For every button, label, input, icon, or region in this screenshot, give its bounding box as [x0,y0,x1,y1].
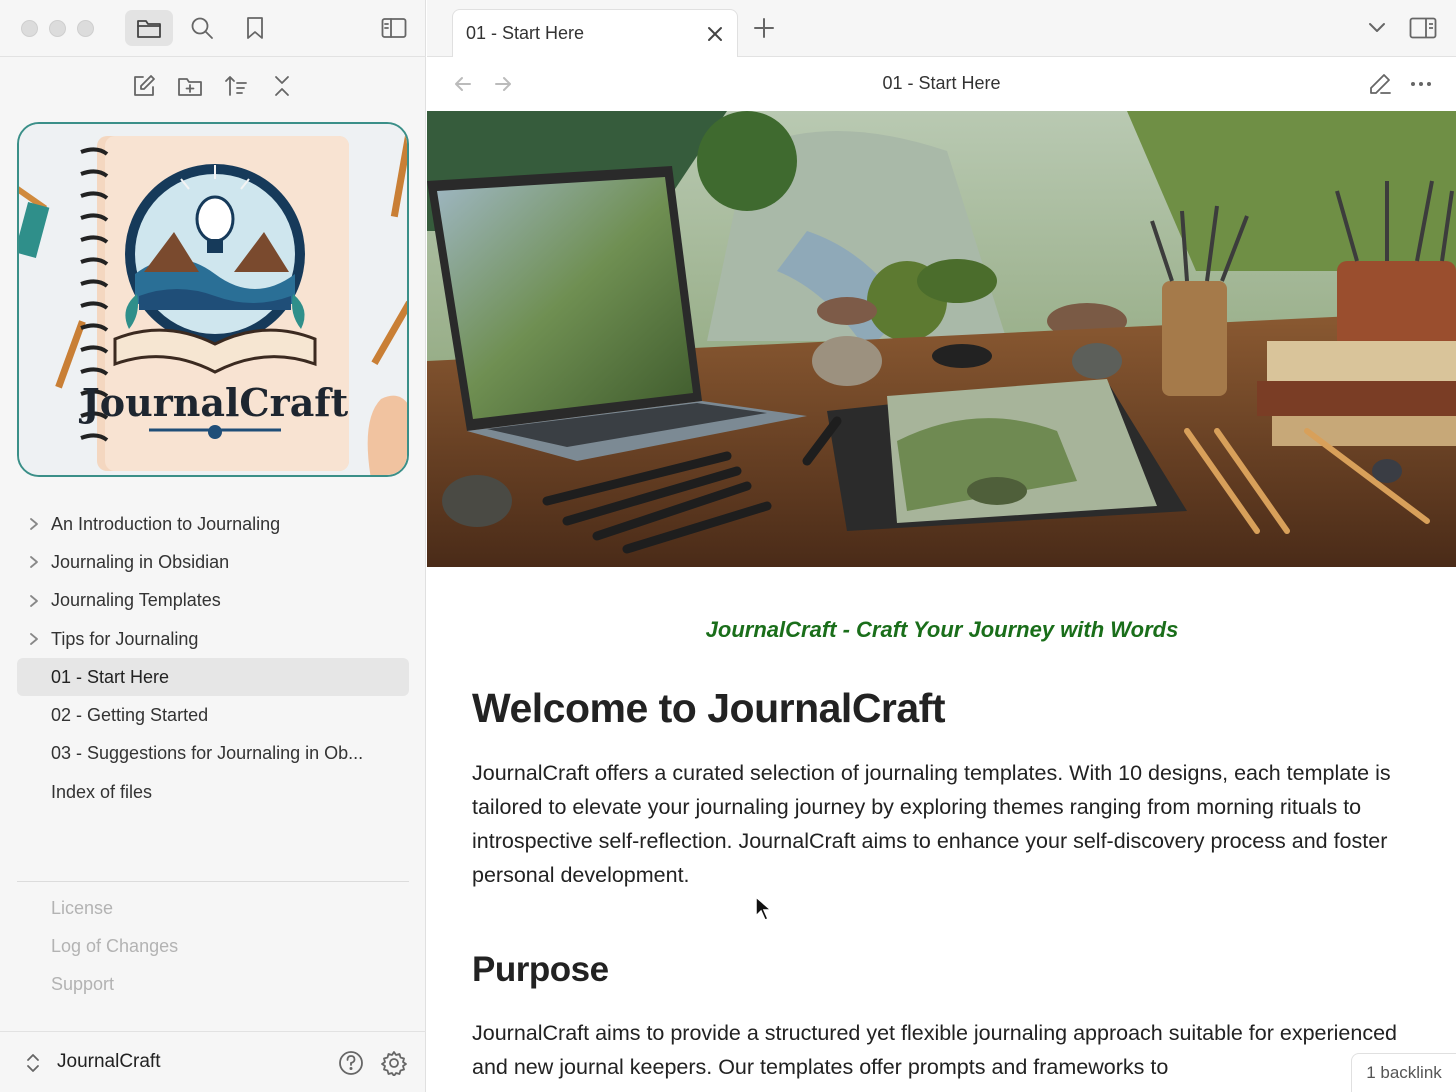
vault-name[interactable]: JournalCraft [57,1051,161,1073]
new-tab-icon[interactable] [752,16,776,40]
tab-bar: 01 - Start Here [427,0,1456,58]
tree-item-label: 01 - Start Here [51,666,170,687]
tree-folder[interactable]: Tips for Journaling [17,620,409,658]
chevron-down-icon[interactable] [1367,18,1387,38]
view-title[interactable]: 01 - Start Here [427,73,1456,94]
collapse-sidebar-button[interactable] [370,10,418,46]
vault-switcher-icon[interactable] [24,1052,42,1074]
tree-item-label: Index of files [51,781,153,802]
more-options-icon[interactable] [1409,72,1433,96]
tree-file[interactable]: Index of files [17,773,409,811]
new-folder-icon [178,78,202,96]
footer-link[interactable]: License [17,889,409,927]
tree-folder[interactable]: Journaling in Obsidian [17,543,409,581]
file-explorer-toolbar [0,66,426,110]
heading-purpose: Purpose [472,950,609,989]
close-icon[interactable] [705,24,725,44]
search-button[interactable] [178,10,226,46]
tree-file[interactable]: 03 - Suggestions for Journaling in Ob... [17,735,409,773]
chevron-right-icon[interactable] [27,632,41,646]
chevron-right-icon[interactable] [27,594,41,608]
left-sidebar: JournalCraft An Introduction to Journali… [0,0,426,1092]
right-sidebar-toggle-icon[interactable] [1409,16,1437,40]
new-note-icon [134,75,155,96]
collapse-all-button[interactable] [265,66,299,106]
edit-pencil-icon[interactable] [1368,72,1392,96]
tab-start-here[interactable]: 01 - Start Here [452,9,738,58]
tree-folder[interactable]: An Introduction to Journaling [17,505,409,543]
window-minimize-button[interactable] [49,20,66,37]
collapse-all-icon [275,76,289,96]
gear-icon[interactable] [381,1050,407,1076]
tree-item-label: 02 - Getting Started [51,705,209,726]
banner-image [427,111,1456,567]
sidebar-footer-links: License Log of Changes Support [17,889,409,1004]
backlink-count[interactable]: 1 backlink [1351,1053,1456,1092]
sidebar-titlebar [0,0,426,57]
tagline: JournalCraft - Craft Your Journey with W… [705,617,1179,642]
paragraph-purpose: JournalCraft aims to provide a structure… [472,1021,1398,1079]
heading-welcome: Welcome to JournalCraft [472,685,946,731]
tree-file[interactable]: 02 - Getting Started [17,696,409,734]
bookmark-icon [247,17,263,39]
tree-item-label: Journaling in Obsidian [51,551,230,572]
footer-link[interactable]: Log of Changes [17,927,409,965]
tab-title: 01 - Start Here [466,23,585,43]
sidebar-divider [17,881,409,882]
file-explorer-button[interactable] [125,10,173,46]
search-icon [191,17,213,39]
tree-item-label: Journaling Templates [51,590,221,611]
mouse-cursor-icon [755,896,773,921]
new-folder-button[interactable] [173,66,207,106]
paragraph-welcome: JournalCraft offers a curated selection … [472,761,1391,887]
folder-icon [137,20,161,38]
file-tree: An Introduction to Journaling Journaling … [17,505,409,811]
vault-bar: JournalCraft [0,1031,426,1092]
help-icon[interactable] [338,1050,364,1076]
sort-button[interactable] [219,66,253,106]
journalcraft-cover-image: JournalCraft [17,122,409,477]
new-note-button[interactable] [127,66,161,106]
tree-folder[interactable]: Journaling Templates [17,582,409,620]
sort-icon [225,76,247,96]
view-header: 01 - Start Here [427,57,1456,111]
footer-link[interactable]: Support [17,966,409,1004]
chevron-right-icon[interactable] [27,517,41,531]
tree-file[interactable]: 01 - Start Here [17,658,409,697]
sidebar-toggle-icon [381,18,407,38]
chevron-right-icon[interactable] [27,555,41,569]
bookmarks-button[interactable] [231,10,279,46]
window-zoom-button[interactable] [77,20,94,37]
window-close-button[interactable] [21,20,38,37]
note-content: JournalCraft - Craft Your Journey with W… [472,567,1412,1092]
tree-item-label: 03 - Suggestions for Journaling in Ob... [51,743,364,764]
tree-item-label: Tips for Journaling [51,628,199,649]
tree-item-label: An Introduction to Journaling [51,513,281,534]
cover-logo-text: JournalCraft [79,380,349,425]
